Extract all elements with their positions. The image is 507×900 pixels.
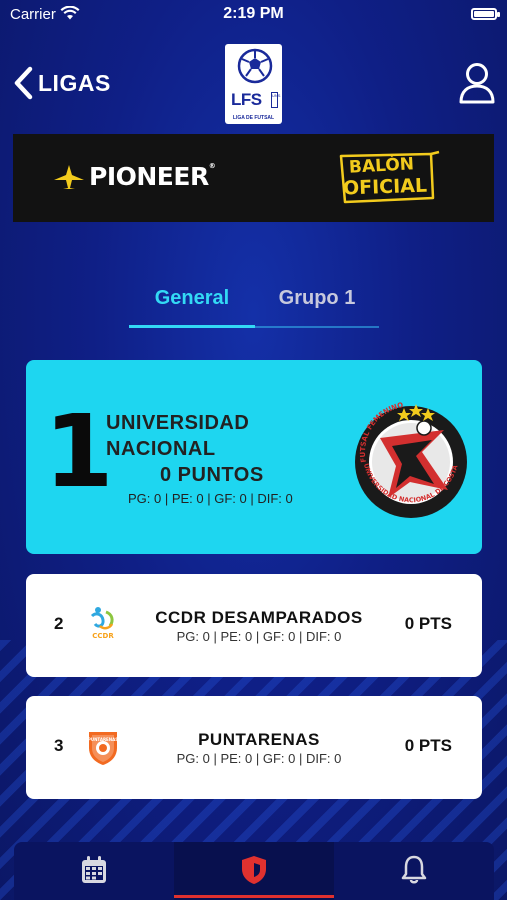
rank-number: 1 xyxy=(44,393,114,510)
team-name: CCDR DESAMPARADOS xyxy=(155,608,363,627)
profile-icon[interactable] xyxy=(458,62,496,104)
puntarenas-logo-text: PUNTARENAS xyxy=(88,737,118,742)
battery-icon xyxy=(471,8,500,20)
back-label: LIGAS xyxy=(38,69,111,96)
tab-active-indicator xyxy=(129,325,255,328)
tab-standings[interactable] xyxy=(174,842,334,900)
team-points: 0 PUNTOS xyxy=(160,464,264,486)
team-points: 0 PTS xyxy=(404,736,452,755)
pioneer-brand: PIONEER xyxy=(89,162,209,191)
clock: 2:19 PM xyxy=(223,5,284,22)
rank-number: 2 xyxy=(54,614,64,633)
team-stats: PG: 0 | PE: 0 | GF: 0 | DIF: 0 xyxy=(176,751,342,766)
calendar-icon xyxy=(82,856,106,883)
chevron-left-icon xyxy=(14,66,33,100)
group-tabs: General Grupo 1 xyxy=(129,276,379,328)
team-name: UNIVERSIDAD NACIONAL xyxy=(106,412,250,460)
bell-icon xyxy=(401,855,427,884)
badge-line2: OFICIAL xyxy=(342,174,428,200)
badge-line1: BALÓN xyxy=(348,154,415,178)
league-logo: LFS UNS LIGA DE FUTSAL xyxy=(225,44,282,124)
logo-text: LFS xyxy=(231,90,262,109)
team-stats: PG: 0 | PE: 0 | GF: 0 | DIF: 0 xyxy=(176,629,342,644)
puntarenas-logo: PUNTARENAS xyxy=(88,732,118,765)
standing-card[interactable]: 3 PUNTARENAS PUNTARENAS PG: 0 | PE: 0 | … xyxy=(26,696,482,799)
ccdr-logo-text: CCDR xyxy=(92,632,114,640)
team-points: 0 PTS xyxy=(404,614,452,633)
back-button[interactable]: LIGAS xyxy=(12,66,111,100)
soccer-ball-icon xyxy=(237,48,273,84)
airplane-icon xyxy=(54,164,84,189)
ccdr-logo: CCDR xyxy=(90,607,114,640)
pioneer-logo: PIONEER® xyxy=(53,162,216,191)
rank-number: 3 xyxy=(54,736,64,755)
tab-grupo-1[interactable]: Grupo 1 xyxy=(255,276,379,328)
tab-calendar[interactable] xyxy=(14,842,174,900)
standing-card-first[interactable]: 1 UNIVERSIDAD NACIONAL 0 PUNTOS PG: 0 | … xyxy=(26,360,482,554)
tab-notifications[interactable] xyxy=(334,842,494,900)
universidad-nacional-logo: FUTSAL FEMENINO UNIVERSIDAD NACIONAL DE … xyxy=(352,390,467,518)
balon-oficial-badge: BALÓN OFICIAL xyxy=(335,148,445,208)
logo-subtitle: LIGA DE FUTSAL xyxy=(232,115,275,121)
status-bar: Carrier 2:19 PM xyxy=(0,0,507,30)
logo-side-mark: UNS xyxy=(271,92,280,108)
bottom-tab-bar xyxy=(14,842,494,900)
sponsor-banner[interactable]: PIONEER® BALÓN OFICIAL xyxy=(13,134,494,222)
standing-card[interactable]: 2 CCDR CCDR DESAMPARADOS PG: 0 | PE: 0 |… xyxy=(26,574,482,677)
registered-mark: ® xyxy=(208,162,216,170)
tab-general[interactable]: General xyxy=(129,276,255,328)
shield-icon xyxy=(242,856,266,884)
team-stats: PG: 0 | PE: 0 | GF: 0 | DIF: 0 xyxy=(128,491,293,506)
team-name: PUNTARENAS xyxy=(198,730,320,749)
